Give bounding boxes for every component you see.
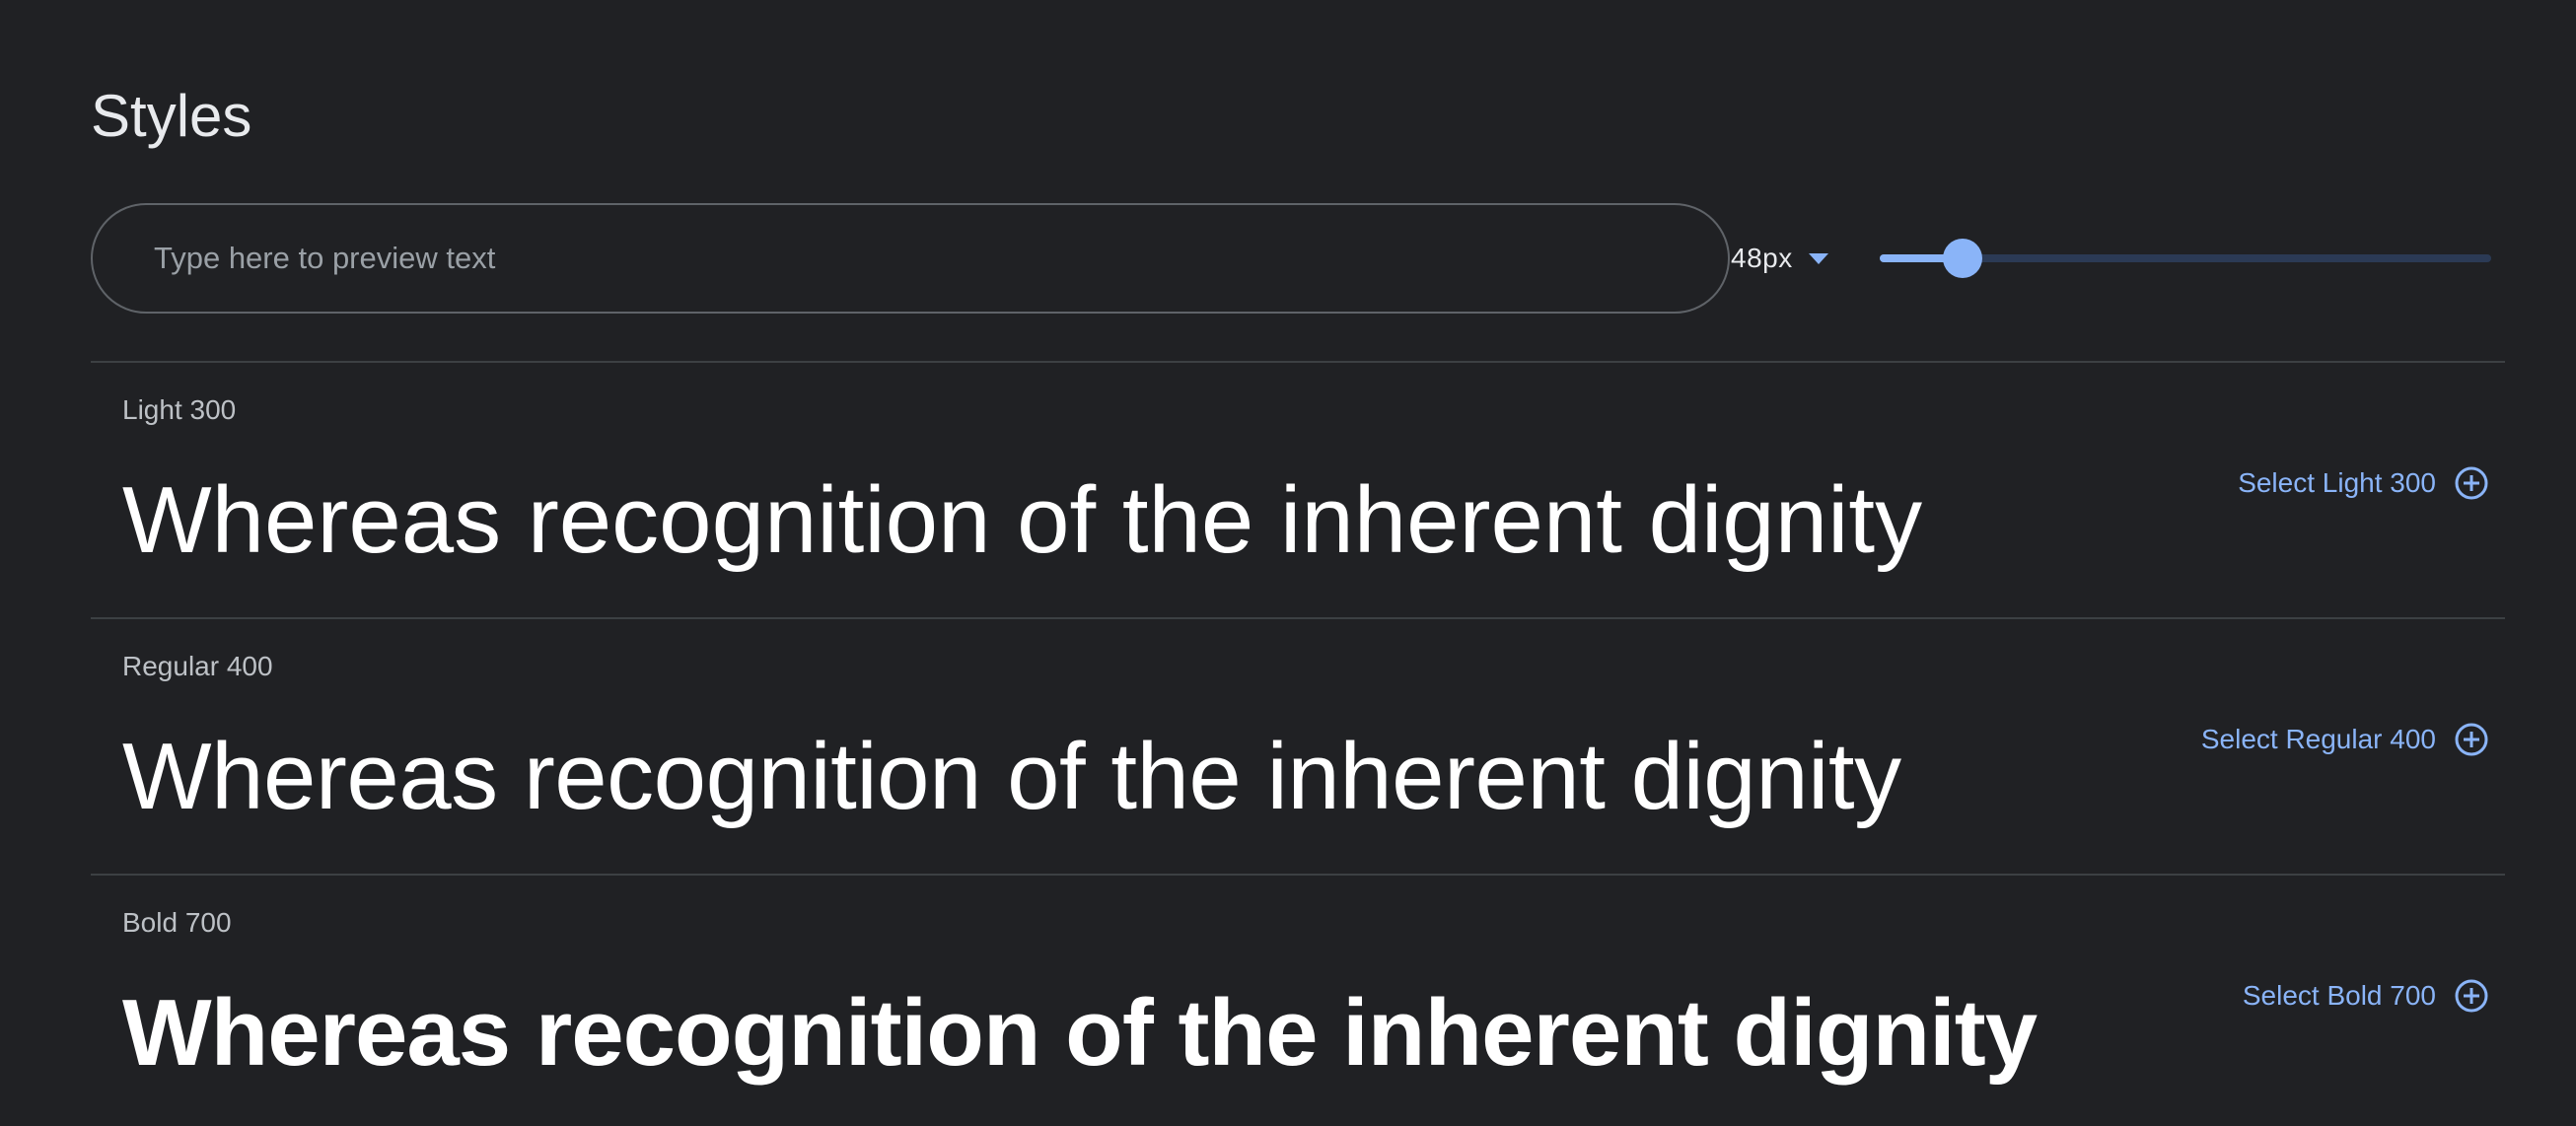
add-circle-icon bbox=[2455, 466, 2488, 500]
slider-thumb[interactable] bbox=[1942, 239, 1982, 278]
add-circle-icon bbox=[2455, 723, 2488, 756]
select-style-button[interactable]: Select Bold 700 bbox=[2243, 978, 2489, 1014]
style-sample: Whereas recognition of the inherent dign… bbox=[122, 980, 2038, 1086]
section-title: Styles bbox=[91, 83, 252, 149]
font-size-slider[interactable] bbox=[1880, 239, 2491, 278]
select-style-label: Select Regular 400 bbox=[2200, 724, 2436, 754]
font-size-value: 48px bbox=[1731, 243, 1793, 273]
style-name: Light 300 bbox=[122, 394, 237, 425]
style-name: Regular 400 bbox=[122, 651, 273, 681]
add-circle-icon bbox=[2455, 979, 2488, 1013]
styles-page: Styles 48px Light 300 Whereas recognitio… bbox=[0, 0, 2576, 1126]
styles-list: Light 300 Whereas recognition of the inh… bbox=[91, 361, 2505, 1126]
style-row-bold-700: Bold 700 Whereas recognition of the inhe… bbox=[91, 874, 2505, 1126]
select-style-button[interactable]: Select Regular 400 bbox=[2201, 722, 2489, 757]
select-style-label: Select Bold 700 bbox=[2242, 980, 2436, 1011]
style-sample: Whereas recognition of the inherent dign… bbox=[122, 724, 1901, 829]
style-name: Bold 700 bbox=[122, 907, 232, 938]
caret-down-icon bbox=[1808, 252, 1828, 264]
select-style-button[interactable]: Select Light 300 bbox=[2238, 465, 2489, 501]
style-row-regular-400: Regular 400 Whereas recognition of the i… bbox=[91, 617, 2505, 874]
font-size-dropdown[interactable]: 48px bbox=[1731, 231, 1828, 286]
style-row-light-300: Light 300 Whereas recognition of the inh… bbox=[91, 361, 2505, 617]
style-sample: Whereas recognition of the inherent dign… bbox=[122, 467, 1923, 573]
select-style-label: Select Light 300 bbox=[2238, 467, 2436, 498]
preview-text-input[interactable] bbox=[91, 203, 1730, 314]
preview-controls: 48px bbox=[91, 203, 2491, 314]
